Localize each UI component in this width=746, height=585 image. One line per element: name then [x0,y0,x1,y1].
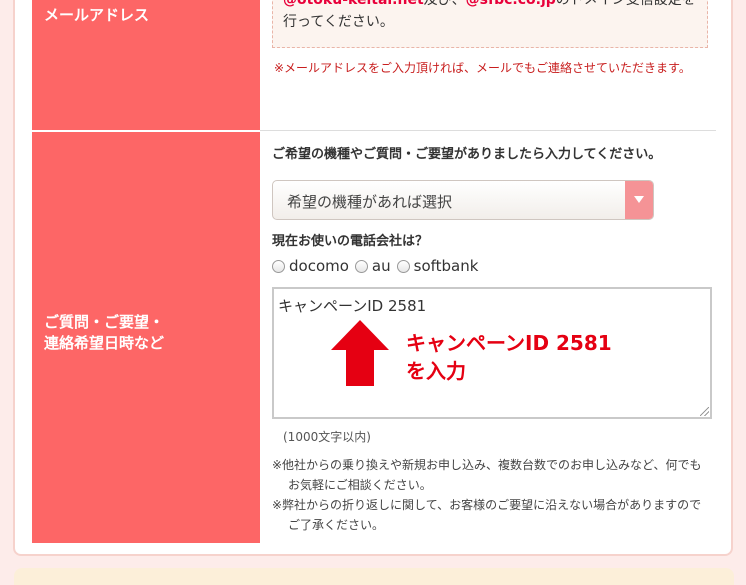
radio-au[interactable] [354,259,368,273]
inquiry-label-line2: 連絡希望日時など [44,334,165,352]
domain-1: @otoku-keitai.net [283,0,424,8]
radio-softbank[interactable] [396,259,410,273]
note-item: ※他社からの乗り換えや新規お申し込み、複数台数でのお申し込みなど、何でもお気軽に… [272,458,702,492]
callout-line2: を入力 [406,359,466,383]
inquiry-label-cell: ご質問・ご要望・ 連絡希望日時など [32,132,260,543]
chevron-down-icon[interactable] [625,181,653,219]
domain-mid: 及び、 [423,0,466,8]
radio-au-label[interactable]: au [372,257,391,275]
textarea-value: キャンペーンID 2581 [278,297,427,315]
carrier-radio-group: docomo au softbank [272,257,484,275]
callout-text: キャンペーンID 2581 を入力 [406,329,612,385]
inquiry-label: ご質問・ご要望・ 連絡希望日時など [44,312,164,354]
domain-2: @sfbc.co.jp [465,0,556,8]
inquiry-notes: ※他社からの乗り換えや新規お申し込み、複数台数でのお申し込みなど、何でもお気軽に… [272,455,712,535]
email-label-cell: メールアドレス [32,0,260,130]
note-item: ※弊社からの折り返しに関して、お客様のご要望に沿えない場合がありますのでご了承く… [272,498,702,532]
inquiry-label-line1: ご質問・ご要望・ [44,313,165,331]
arrow-up-icon [331,320,389,386]
model-select-value: 希望の機種があれば選択 [287,193,453,211]
email-label: メールアドレス [44,6,150,24]
phone-company-question: 現在お使いの電話会社は？ [272,234,429,249]
domain-line2: 行ってください。 [283,14,394,30]
radio-docomo[interactable] [272,259,285,273]
domain-tail: のドメイン受信設定を [555,0,696,8]
row-divider [260,130,716,131]
radio-softbank-label[interactable]: softbank [414,257,479,275]
form-card: メールアドレス @otoku-keitai.net及び、@sfbc.co.jpの… [13,0,733,556]
inquiry-intro: ご希望の機種やご質問・ご要望がありましたら入力してください。 [272,147,662,162]
email-note: ※メールアドレスをご入力頂ければ、メールでもご連絡させていただきます。 [274,61,691,75]
resize-handle-icon[interactable] [700,407,709,416]
radio-docomo-label[interactable]: docomo [289,257,349,275]
char-limit: (1000文字以内) [283,430,371,444]
domain-notice-box: @otoku-keitai.net及び、@sfbc.co.jpのドメイン受信設定… [272,0,708,48]
next-section-box [14,568,734,585]
model-select[interactable]: 希望の機種があれば選択 [272,180,654,220]
callout-line1: キャンペーンID 2581 [406,331,612,355]
